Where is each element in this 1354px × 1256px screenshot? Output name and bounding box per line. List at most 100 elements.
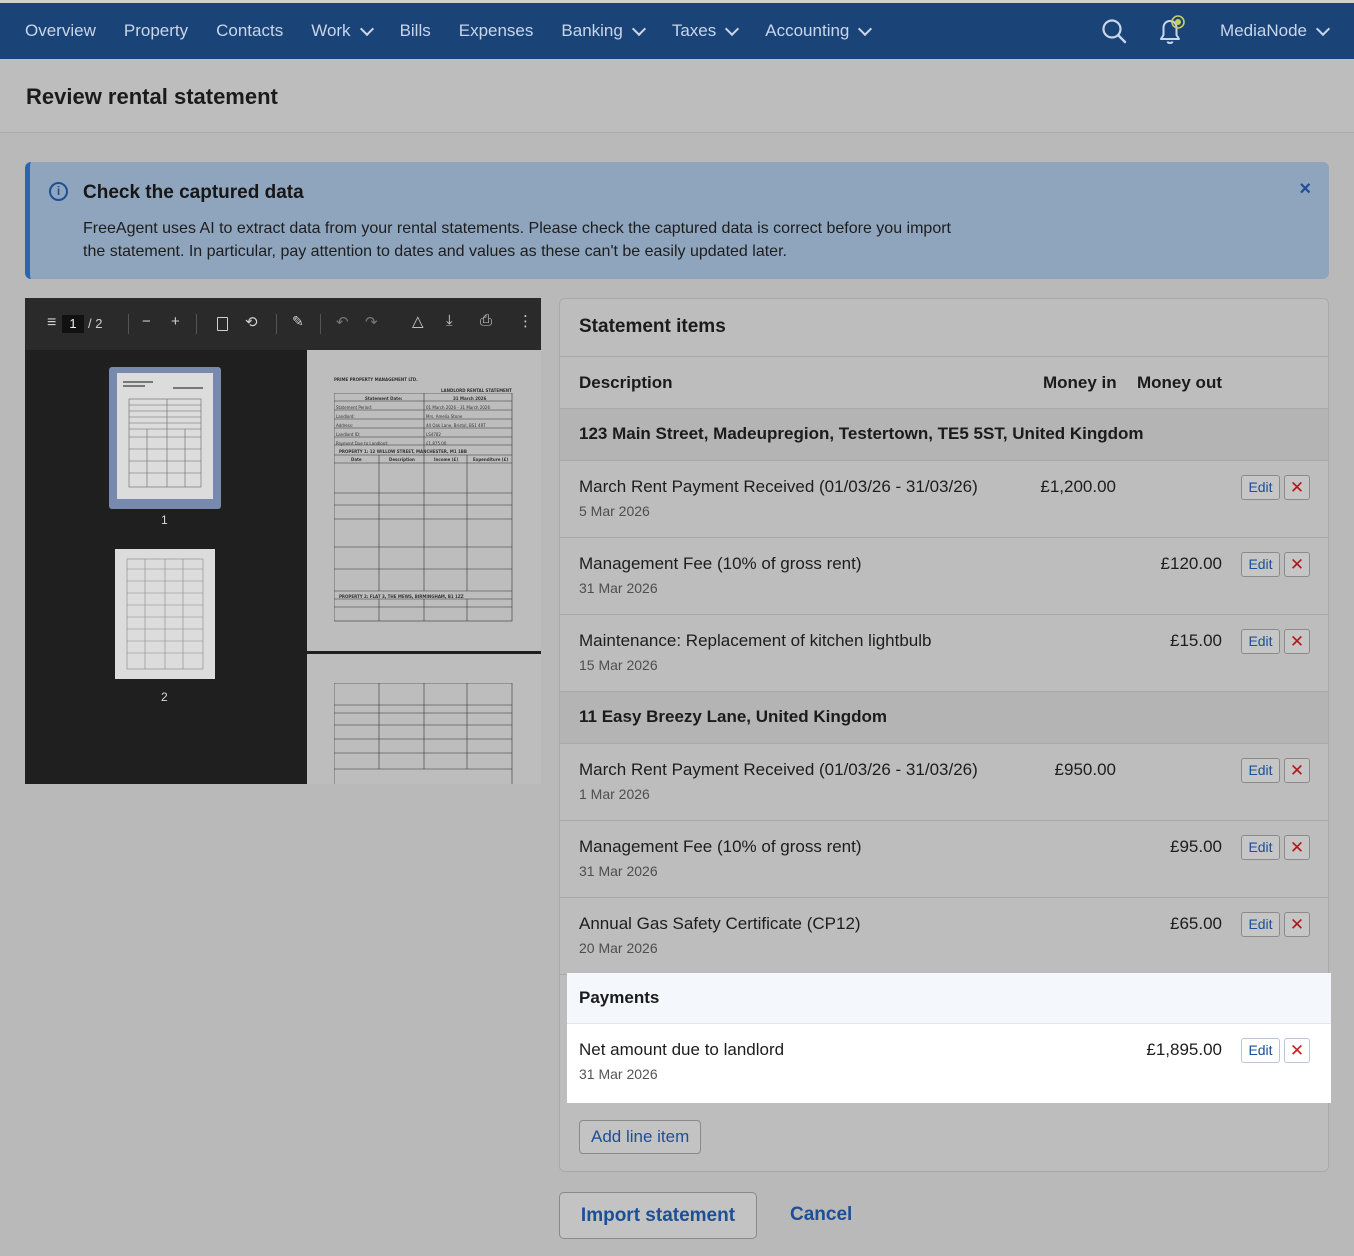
doc-table (334, 393, 513, 622)
item-money-in: £1,200.00 (1040, 477, 1116, 496)
edit-button[interactable]: Edit (1241, 629, 1280, 654)
draw-icon[interactable]: ✎ (292, 313, 304, 330)
payment-row: Net amount due to landlord 31 Mar 2026 £… (567, 1024, 1331, 1103)
more-options-icon[interactable]: ⋮ (518, 312, 533, 330)
banner-title: Check the captured data (83, 182, 304, 203)
nav-item[interactable]: Taxes (671, 21, 740, 41)
item-description: Management Fee (10% of gross rent) (579, 837, 862, 856)
toolbar-divider (128, 314, 129, 334)
delete-icon[interactable]: ✕ (1284, 1038, 1310, 1063)
delete-icon[interactable]: ✕ (1284, 475, 1310, 500)
rotate-icon[interactable]: ⟲ (245, 313, 258, 331)
edit-button[interactable]: Edit (1241, 1038, 1280, 1063)
nav-item[interactable]: Overview (25, 21, 96, 41)
nav-item[interactable]: Property (124, 21, 188, 41)
item-description: March Rent Payment Received (01/03/26 - … (579, 477, 978, 496)
doc-field-value: 31 March 2026 (453, 396, 487, 401)
nav-item[interactable]: Contacts (216, 21, 283, 41)
nav-item-label: Property (123, 21, 189, 40)
sidebar-toggle-icon[interactable]: ≡ (47, 314, 56, 332)
property-group-label: 11 Easy Breezy Lane, United Kingdom (579, 707, 887, 726)
doc-field-value: Mrs. Amelia Stone (426, 414, 463, 419)
edit-button[interactable]: Edit (1241, 758, 1280, 783)
item-description: Net amount due to landlord (579, 1040, 785, 1059)
thumbnail-2[interactable] (115, 549, 215, 679)
delete-icon[interactable]: ✕ (1284, 835, 1310, 860)
doc-field-value: LS4782 (426, 432, 441, 437)
item-date: 15 Mar 2026 (579, 657, 658, 673)
thumbnail-1[interactable] (109, 367, 221, 509)
search-icon[interactable] (1101, 18, 1127, 44)
nav-item-label: Accounting (765, 21, 850, 40)
property-group-header: 123 Main Street, Madeupregion, Testertow… (560, 409, 1328, 461)
payments-section: Payments Net amount due to landlord 31 M… (567, 973, 1331, 1103)
item-description: March Rent Payment Received (01/03/26 - … (579, 760, 978, 779)
delete-icon[interactable]: ✕ (1284, 912, 1310, 937)
add-to-drive-icon[interactable]: △ (412, 312, 424, 330)
doc-field-value: £1,875.00 (426, 441, 447, 446)
bell-icon[interactable] (1153, 13, 1187, 47)
item-money-out: £65.00 (1170, 914, 1222, 933)
statement-item-row: Management Fee (10% of gross rent) 31 Mar… (560, 538, 1328, 615)
item-money-in: £950.00 (1054, 760, 1116, 779)
item-money-out: £95.00 (1170, 837, 1222, 856)
edit-button[interactable]: Edit (1241, 475, 1280, 500)
edit-button[interactable]: Edit (1241, 552, 1280, 577)
payments-header: Payments (567, 973, 1331, 1024)
panel-title: Statement items (579, 316, 726, 337)
doc-company: PRIME PROPERTY MANAGEMENT LTD. (334, 377, 418, 382)
edit-button[interactable]: Edit (1241, 835, 1280, 860)
nav-item-label: Banking (561, 21, 623, 40)
chevron-down-icon (631, 21, 646, 37)
delete-icon[interactable]: ✕ (1284, 552, 1310, 577)
pdf-thumbnails: 1 2 (25, 350, 307, 784)
pdf-toolbar: ≡ 1 / 2 − + ⟲ ✎ ↶ ↷ △ ⤓ ⎙ ⋮ (25, 298, 541, 350)
nav-item-label: Expenses (458, 21, 534, 40)
page-number-input[interactable]: 1 (62, 315, 84, 333)
undo-icon[interactable]: ↶ (336, 313, 349, 331)
doc-field-label: Address: (336, 423, 354, 428)
download-icon[interactable]: ⤓ (446, 312, 453, 329)
item-money-out: £120.00 (1160, 554, 1222, 573)
doc-column-header: Expenditure (£) (473, 457, 509, 462)
redo-icon[interactable]: ↷ (365, 313, 378, 331)
nav-item[interactable]: Bills (400, 21, 431, 41)
close-icon[interactable]: × (1299, 178, 1311, 201)
item-date: 5 Mar 2026 (579, 503, 650, 519)
page-header: Review rental statement (0, 59, 1354, 133)
statement-item-row: Annual Gas Safety Certificate (CP12) 20 M… (560, 898, 1328, 975)
pdf-page-2 (307, 654, 541, 784)
delete-icon[interactable]: ✕ (1284, 629, 1310, 654)
nav-item[interactable]: Banking (561, 21, 646, 41)
add-line-item-button[interactable]: Add line item (579, 1120, 702, 1154)
account-menu[interactable]: MediaNode (1220, 21, 1331, 41)
toolbar-divider (196, 314, 197, 334)
doc-field-label: Payment Due to Landlord: (336, 441, 389, 446)
item-date: 31 Mar 2026 (579, 1066, 658, 1082)
info-banner: i Check the captured data FreeAgent uses… (25, 162, 1329, 279)
zoom-out-icon[interactable]: − (142, 313, 151, 330)
edit-button[interactable]: Edit (1241, 912, 1280, 937)
print-icon[interactable]: ⎙ (480, 312, 492, 329)
nav-item-label: Overview (25, 21, 96, 40)
fit-page-icon[interactable] (217, 317, 228, 331)
doc-property-1: PROPERTY 1: 12 WILLOW STREET, MANCHESTER… (339, 449, 467, 454)
cancel-link[interactable]: Cancel (790, 1204, 852, 1226)
nav-item[interactable]: Expenses (459, 21, 534, 41)
nav-item[interactable]: Accounting (765, 21, 873, 41)
top-navigation: Overview Property Contacts Work Bills Expense… (0, 0, 1354, 59)
delete-icon[interactable]: ✕ (1284, 758, 1310, 783)
nav-item-label: Taxes (671, 21, 717, 40)
toolbar-divider (320, 314, 321, 334)
statement-item-row: Management Fee (10% of gross rent) 31 Mar… (560, 821, 1328, 898)
item-date: 31 Mar 2026 (579, 863, 658, 879)
column-header-description: Description (579, 373, 673, 392)
item-description: Annual Gas Safety Certificate (CP12) (579, 914, 861, 933)
banner-text: FreeAgent uses AI to extract data from y… (83, 220, 951, 260)
pdf-viewer: ≡ 1 / 2 − + ⟲ ✎ ↶ ↷ △ ⤓ ⎙ ⋮ 1 2 PRIME PR… (25, 298, 541, 784)
zoom-in-icon[interactable]: + (171, 313, 180, 330)
doc-field-label: Statement Period: (336, 405, 373, 410)
import-statement-button[interactable]: Import statement (559, 1192, 757, 1239)
nav-item[interactable]: Work (311, 21, 374, 41)
doc-field-value: 01 March 2026 - 31 March 2026 (426, 405, 490, 410)
